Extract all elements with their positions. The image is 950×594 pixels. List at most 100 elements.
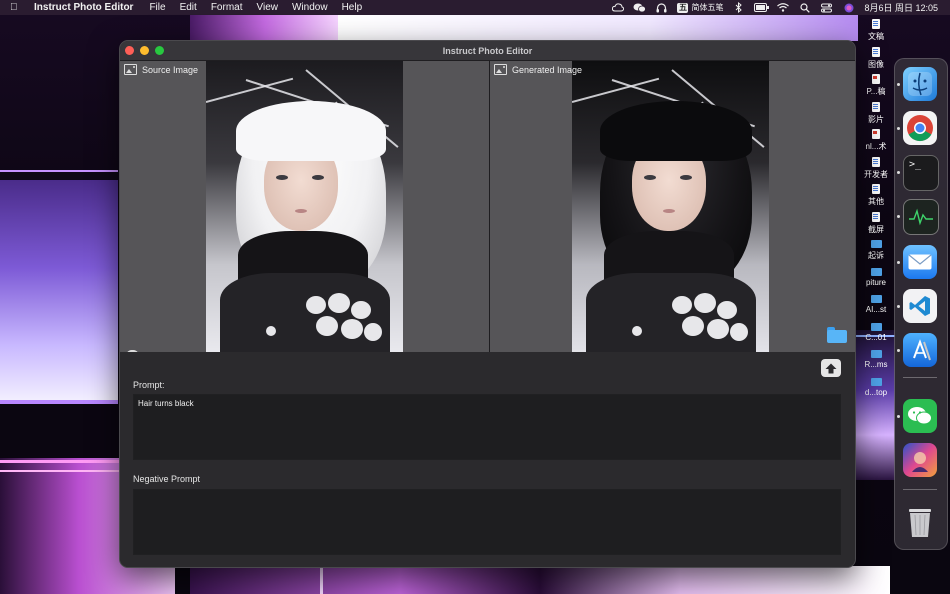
- apple-logo-icon[interactable]: : [10, 2, 26, 13]
- window-title: Instruct Photo Editor: [442, 45, 533, 56]
- negative-prompt-input[interactable]: [133, 489, 841, 555]
- desktop-item-label: piture: [865, 277, 886, 287]
- close-window-button[interactable]: [125, 46, 134, 55]
- doc-icon: [872, 46, 880, 57]
- doc-icon: [872, 19, 880, 29]
- photo-app-icon[interactable]: [903, 443, 937, 477]
- source-image-label: Source Image: [142, 64, 199, 75]
- pdf-icon: [872, 74, 880, 84]
- image-icon: [494, 64, 507, 75]
- desktop-item-label: 截屏: [868, 224, 884, 234]
- creative-cloud-icon[interactable]: [611, 2, 624, 13]
- desktop-item-label: AI...st: [865, 305, 887, 314]
- desktop-item[interactable]: 起诉: [856, 239, 896, 267]
- desktop-item-label: 图像: [868, 59, 884, 69]
- title-bar[interactable]: Instruct Photo Editor: [120, 41, 855, 61]
- chrome-icon[interactable]: [903, 111, 937, 145]
- control-center-icon[interactable]: [820, 2, 833, 13]
- desktop-icons: 文稿图像 P...稿影片 nl...术 开发者其他截屏起诉 piture AI...st C…: [856, 19, 896, 404]
- vscode-icon[interactable]: [903, 289, 937, 323]
- folder-icon: [870, 295, 882, 303]
- desktop-item[interactable]: 开发者: [856, 156, 896, 185]
- upload-arrow-icon: [825, 363, 837, 373]
- menu-clock[interactable]: 8月6日 周日 12:05: [864, 1, 938, 14]
- generated-image: [572, 61, 769, 352]
- folder-icon: [870, 267, 882, 276]
- bluetooth-icon[interactable]: [732, 2, 745, 13]
- menu-app-name[interactable]: Instruct Photo Editor: [34, 2, 133, 13]
- zoom-window-button[interactable]: [155, 46, 164, 55]
- wechat-status-icon[interactable]: [633, 2, 647, 13]
- source-image-pane[interactable]: Source Image: [120, 61, 489, 365]
- folder-icon: [870, 377, 882, 386]
- image-icon: [124, 64, 137, 75]
- desktop-item-label: 文稿: [868, 32, 884, 41]
- dock: >_: [894, 58, 948, 550]
- desktop-item-label: 起诉: [868, 251, 884, 260]
- prompt-input[interactable]: Hair turns black: [133, 394, 841, 460]
- folder-icon: [870, 240, 882, 248]
- source-image: [206, 61, 403, 352]
- generate-button[interactable]: [821, 359, 841, 377]
- trash-icon[interactable]: [903, 505, 937, 539]
- desktop-item[interactable]: 文稿: [856, 19, 896, 47]
- generated-image-label: Generated Image: [512, 64, 583, 75]
- desktop-item-label: 开发者: [864, 169, 888, 179]
- desktop-item[interactable]: R...ms: [856, 349, 896, 377]
- menu-help[interactable]: Help: [342, 2, 363, 13]
- desktop-item[interactable]: 影片: [856, 101, 896, 130]
- doc-icon: [872, 184, 880, 194]
- doc-icon: [872, 156, 880, 167]
- menu-window[interactable]: Window: [292, 2, 328, 13]
- menu-edit[interactable]: Edit: [180, 2, 197, 13]
- desktop-item[interactable]: piture: [856, 267, 896, 295]
- desktop-item-label: d...top: [864, 387, 888, 397]
- desktop-item-label: nl...术: [865, 142, 887, 151]
- doc-icon: [872, 211, 880, 222]
- xcode-icon[interactable]: [903, 333, 937, 367]
- menu-bar:  Instruct Photo Editor File Edit Format…: [0, 0, 950, 15]
- desktop-item[interactable]: 图像: [856, 46, 896, 75]
- save-folder-button[interactable]: [827, 327, 847, 343]
- desktop-item-label: C...01: [865, 332, 887, 342]
- app-window: Instruct Photo Editor Source Image Gener…: [119, 40, 856, 568]
- pdf-icon: [872, 129, 880, 139]
- desktop-item-label: 影片: [868, 114, 884, 124]
- desktop-item-label: R...ms: [864, 360, 888, 369]
- spotlight-search-icon[interactable]: [798, 2, 811, 13]
- menu-format[interactable]: Format: [211, 2, 243, 13]
- input-method-icon: 五: [677, 2, 689, 13]
- desktop-item[interactable]: 其他: [856, 184, 896, 212]
- desktop-item[interactable]: nl...术: [856, 129, 896, 157]
- siri-icon[interactable]: [842, 2, 855, 13]
- menu-file[interactable]: File: [149, 2, 165, 13]
- desktop-item[interactable]: 截屏: [856, 211, 896, 240]
- battery-icon[interactable]: [754, 2, 770, 13]
- folder-icon: [870, 322, 882, 331]
- desktop-item-label: 其他: [868, 197, 884, 206]
- input-method-label: 简体五笔: [691, 3, 724, 12]
- desktop-item[interactable]: AI...st: [856, 294, 896, 322]
- negative-prompt-label: Negative Prompt: [133, 474, 201, 484]
- desktop-item[interactable]: C...01: [856, 322, 896, 350]
- folder-icon: [870, 350, 882, 358]
- prompt-label: Prompt:: [133, 380, 165, 390]
- desktop-item[interactable]: d...top: [856, 377, 896, 405]
- desktop-item-label: P...稿: [866, 87, 886, 96]
- terminal-icon[interactable]: >_: [903, 155, 939, 191]
- headphones-icon[interactable]: [655, 2, 668, 13]
- activity-monitor-icon[interactable]: [903, 199, 939, 235]
- generated-image-header: Generated Image: [494, 64, 582, 75]
- input-method-menu[interactable]: 五 简体五笔: [677, 2, 723, 13]
- minimize-window-button[interactable]: [140, 46, 149, 55]
- menu-view[interactable]: View: [256, 2, 278, 13]
- prompt-panel: Prompt: Hair turns black Negative Prompt: [120, 352, 855, 567]
- desktop-item[interactable]: P...稿: [856, 74, 896, 102]
- wifi-icon[interactable]: [776, 2, 789, 13]
- source-image-header: Source Image: [124, 64, 198, 75]
- generated-image-pane[interactable]: Generated Image: [490, 61, 855, 352]
- doc-icon: [872, 101, 880, 112]
- finder-icon[interactable]: [903, 67, 937, 101]
- mail-icon[interactable]: [903, 245, 937, 279]
- wechat-icon[interactable]: [903, 399, 937, 433]
